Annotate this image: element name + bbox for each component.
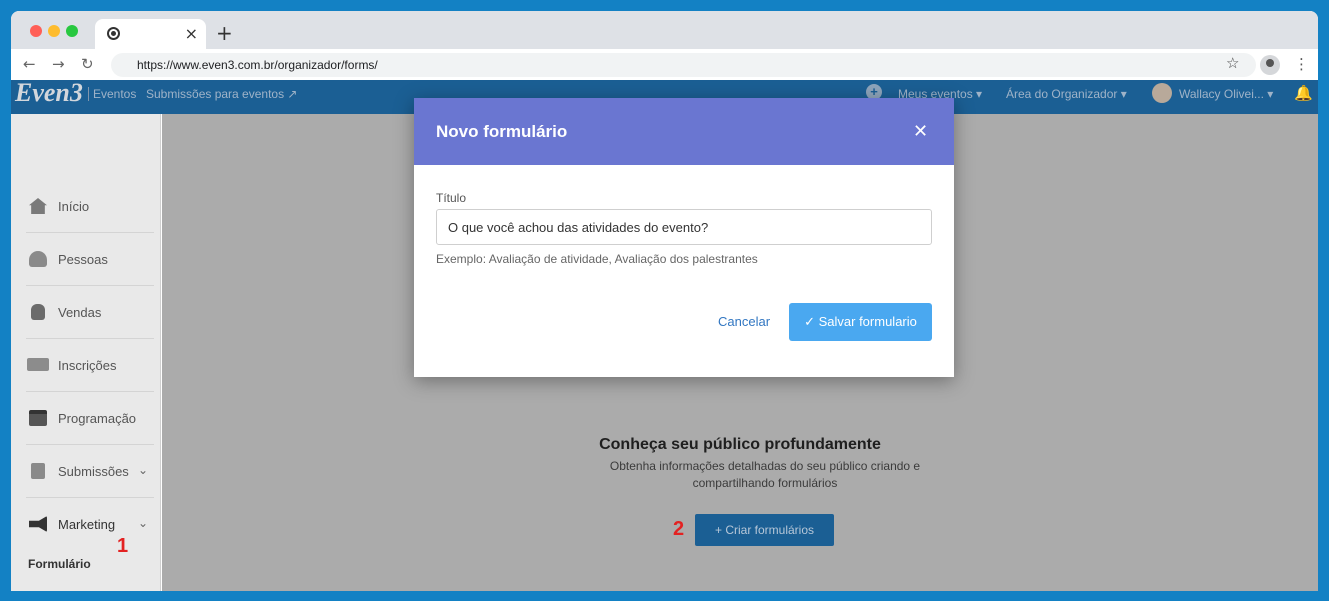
chevron-down-icon[interactable]: ⌄	[138, 516, 148, 530]
sidebar-item-label: Submissões	[58, 464, 129, 479]
browser-window: × + ← → ↻ https://www.even3.com.br/organ…	[11, 11, 1318, 591]
address-bar[interactable]: https://www.even3.com.br/organizador/for…	[111, 53, 1256, 77]
chrome-icon	[107, 27, 120, 40]
nav-submissoes[interactable]: Submissões para eventos ↗	[146, 87, 297, 101]
sidebar: Início Pessoas Vendas Inscrições Program…	[11, 114, 161, 591]
even3-logo[interactable]: Even3	[15, 78, 83, 108]
tab-strip: × +	[11, 11, 1318, 49]
page-title: Conheça seu público profundamente	[599, 436, 881, 453]
cancel-button[interactable]: Cancelar	[718, 314, 770, 329]
more-menu-icon[interactable]: ⋮	[1294, 55, 1309, 73]
sidebar-item-label: Início	[58, 199, 90, 214]
title-field-label: Título	[436, 191, 467, 205]
sidebar-item-inicio[interactable]: Início	[26, 180, 154, 233]
step-badge-1: 1	[117, 535, 129, 557]
reload-icon[interactable]: ↻	[81, 55, 94, 73]
sidebar-item-label: Inscrições	[58, 358, 117, 373]
organizer-area-menu[interactable]: Área do Organizador ▾	[1006, 87, 1127, 101]
sidebar-item-label: Programação	[58, 411, 137, 426]
minimize-window-button[interactable]	[48, 25, 60, 37]
megaphone-icon	[29, 516, 47, 532]
sidebar-item-submissoes[interactable]: Submissões ⌄	[26, 445, 154, 498]
profile-icon[interactable]	[1260, 55, 1280, 75]
document-icon	[31, 463, 45, 479]
title-help-text: Exemplo: Avaliação de atividade, Avaliaç…	[436, 252, 758, 266]
ticket-icon	[27, 358, 49, 371]
calendar-icon	[29, 410, 47, 426]
page-description: Obtenha informações detalhadas do seu pú…	[609, 459, 921, 490]
sidebar-item-inscricoes[interactable]: Inscrições	[26, 339, 154, 392]
user-menu[interactable]: Wallacy Olivei... ▾	[1179, 87, 1273, 101]
new-form-modal: Novo formulário ✕ Título Exemplo: Avalia…	[414, 98, 954, 377]
sidebar-item-vendas[interactable]: Vendas	[26, 286, 154, 339]
browser-tab[interactable]: ×	[95, 19, 206, 49]
sidebar-item-programacao[interactable]: Programação	[26, 392, 154, 445]
sidebar-item-label: Pessoas	[58, 252, 108, 267]
bookmark-star-icon[interactable]: ☆	[1226, 54, 1239, 72]
sidebar-item-label: Vendas	[58, 305, 102, 320]
step-badge-2: 2	[673, 518, 685, 540]
title-input[interactable]	[436, 209, 932, 245]
tab-close-icon[interactable]: ×	[185, 24, 198, 43]
browser-toolbar: ← → ↻ https://www.even3.com.br/organizad…	[11, 49, 1318, 80]
notification-bell-icon[interactable]: 🔔	[1294, 84, 1313, 102]
chevron-down-icon[interactable]: ⌄	[138, 463, 148, 477]
new-tab-button[interactable]: +	[216, 21, 233, 45]
money-bag-icon	[31, 304, 45, 320]
save-form-button[interactable]: ✓ Salvar formulario	[789, 303, 932, 341]
nav-eventos[interactable]: Eventos	[88, 87, 136, 101]
back-icon[interactable]: ←	[23, 55, 36, 73]
modal-title: Novo formulário	[436, 122, 568, 141]
sidebar-item-pessoas[interactable]: Pessoas	[26, 233, 154, 286]
forward-icon[interactable]: →	[52, 55, 65, 73]
sidebar-item-marketing[interactable]: Marketing ⌄	[26, 498, 154, 551]
user-avatar[interactable]	[1152, 83, 1172, 103]
create-forms-button[interactable]: + Criar formulários	[695, 514, 834, 546]
people-icon	[29, 251, 47, 267]
maximize-window-button[interactable]	[66, 25, 78, 37]
sidebar-item-label: Marketing	[58, 517, 116, 532]
url-text: https://www.even3.com.br/organizador/for…	[137, 58, 378, 72]
modal-header: Novo formulário ✕	[414, 98, 954, 165]
close-icon[interactable]: ✕	[913, 121, 928, 142]
close-window-button[interactable]	[30, 25, 42, 37]
sidebar-subitem-formulario[interactable]: Formulário	[28, 557, 91, 571]
home-icon	[29, 198, 47, 214]
